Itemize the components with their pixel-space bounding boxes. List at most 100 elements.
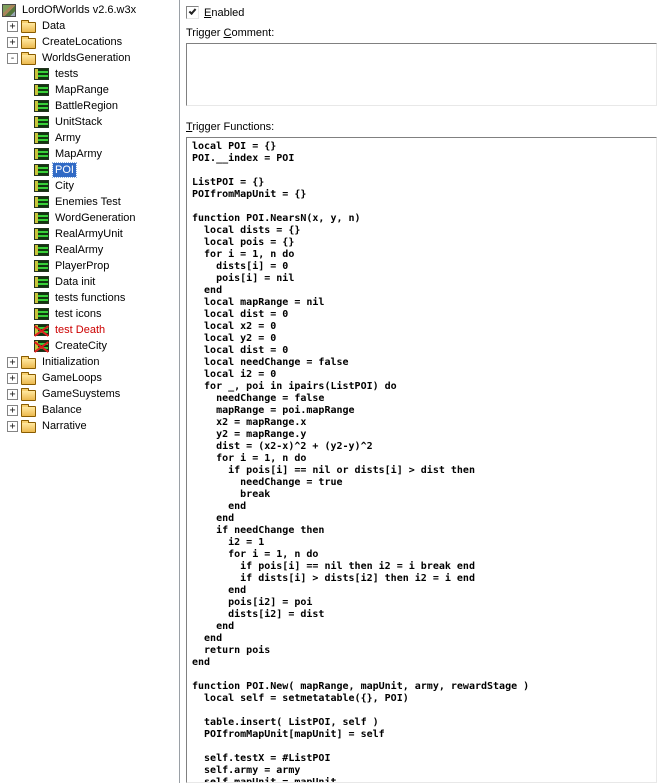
trigger-icon (34, 228, 49, 240)
tree-item-label: CreateLocations (42, 36, 123, 48)
trigger-comment-input[interactable] (186, 43, 657, 106)
trigger-functions-label: Trigger Functions: (186, 121, 275, 133)
expand-toggle-icon[interactable]: - (7, 52, 18, 64)
trigger-icon (34, 100, 49, 112)
app-window: LordOfWorlds v2.6.w3x + Data + CreateLoc… (0, 0, 657, 783)
expand-toggle-icon[interactable]: + (7, 404, 18, 416)
trigger-disabled-icon (34, 324, 49, 336)
tree-item[interactable]: + Narrative (0, 418, 179, 434)
tree-item[interactable]: POI (0, 162, 179, 178)
folder-icon (21, 355, 36, 369)
tree-item-label: PlayerProp (55, 260, 110, 272)
tree-item[interactable]: RealArmy (0, 242, 179, 258)
tree-item-label: Enemies Test (55, 196, 121, 208)
trigger-icon (34, 164, 49, 176)
folder-icon (21, 387, 36, 401)
tree-item-label: Balance (42, 404, 82, 416)
tree-item-label: RealArmy (55, 244, 104, 256)
trigger-icon (34, 260, 49, 272)
tree-item[interactable]: Army (0, 130, 179, 146)
map-icon (2, 3, 16, 17)
tree-item[interactable]: Enemies Test (0, 194, 179, 210)
tree-item-label: MapRange (55, 84, 109, 96)
trigger-icon (34, 196, 49, 208)
trigger-icon (34, 244, 49, 256)
trigger-icon (34, 84, 49, 96)
folder-icon (21, 35, 36, 49)
tree-item-label: LordOfWorlds v2.6.w3x (22, 4, 137, 16)
tree-item[interactable]: - WorldsGeneration (0, 50, 179, 66)
tree-item[interactable]: + Initialization (0, 354, 179, 370)
tree-item[interactable]: PlayerProp (0, 258, 179, 274)
expand-toggle-icon[interactable]: + (7, 20, 18, 32)
trigger-icon (34, 212, 49, 224)
tree-item[interactable]: tests (0, 66, 179, 82)
tree-item-label: RealArmyUnit (55, 228, 123, 240)
tree-item-label: WordGeneration (55, 212, 136, 224)
tree-item-label: test icons (55, 308, 102, 320)
tree-item[interactable]: + Balance (0, 402, 179, 418)
enabled-checkbox[interactable] (186, 6, 199, 19)
tree-item-label: CreateCity (55, 340, 107, 352)
tree-item-label: Initialization (42, 356, 100, 368)
tree-item-label: Data init (55, 276, 96, 288)
tree-item[interactable]: MapArmy (0, 146, 179, 162)
tree-item[interactable]: + GameSuystems (0, 386, 179, 402)
expand-toggle-icon[interactable]: + (7, 388, 18, 400)
trigger-tree-panel: LordOfWorlds v2.6.w3x + Data + CreateLoc… (0, 0, 180, 783)
tree-item-label: WorldsGeneration (42, 52, 131, 64)
tree-item[interactable]: tests functions (0, 290, 179, 306)
tree-item[interactable]: BattleRegion (0, 98, 179, 114)
tree-item-label: tests functions (55, 292, 126, 304)
folder-open-icon (21, 51, 36, 65)
tree-item-label: GameSuystems (42, 388, 121, 400)
expand-toggle-icon[interactable]: + (7, 372, 18, 384)
enabled-label: Enabled (204, 6, 245, 19)
tree-item[interactable]: CreateCity (0, 338, 179, 354)
tree-item-label: BattleRegion (55, 100, 118, 112)
folder-icon (21, 371, 36, 385)
trigger-icon (34, 148, 49, 160)
trigger-functions-editor[interactable]: local POI = {} POI.__index = POI ListPOI… (186, 137, 657, 783)
expand-toggle-icon[interactable]: + (7, 420, 18, 432)
trigger-icon (34, 276, 49, 288)
tree-item-label: City (55, 180, 74, 192)
tree-item[interactable]: + CreateLocations (0, 34, 179, 50)
tree-item[interactable]: + GameLoops (0, 370, 179, 386)
tree-item-label: UnitStack (55, 116, 103, 128)
tree-item-label: POI (52, 162, 77, 178)
trigger-icon (34, 308, 49, 320)
tree-item[interactable]: MapRange (0, 82, 179, 98)
tree-item-label: test Death (55, 324, 106, 336)
tree-item[interactable]: Data init (0, 274, 179, 290)
tree-item[interactable]: test icons (0, 306, 179, 322)
tree-item[interactable]: UnitStack (0, 114, 179, 130)
tree-item[interactable]: RealArmyUnit (0, 226, 179, 242)
code-text: local POI = {} POI.__index = POI ListPOI… (192, 141, 530, 783)
expand-toggle-icon[interactable]: + (7, 356, 18, 368)
trigger-comment-label: Trigger Comment: (186, 27, 275, 39)
tree-item[interactable]: + Data (0, 18, 179, 34)
tree-item-label: Army (55, 132, 81, 144)
trigger-icon (34, 292, 49, 304)
trigger-icon (34, 180, 49, 192)
tree-item-label: tests (55, 68, 79, 80)
tree-item[interactable]: City (0, 178, 179, 194)
enabled-checkbox-row: Enabled (186, 5, 657, 20)
trigger-icon (34, 68, 49, 80)
trigger-tree: LordOfWorlds v2.6.w3x + Data + CreateLoc… (0, 2, 179, 434)
folder-icon (21, 419, 36, 433)
tree-item[interactable]: WordGeneration (0, 210, 179, 226)
tree-item[interactable]: LordOfWorlds v2.6.w3x (0, 2, 179, 18)
check-icon (188, 7, 197, 15)
trigger-detail-panel: Enabled Trigger Comment: Trigger Functio… (180, 0, 657, 783)
expand-toggle-icon[interactable]: + (7, 36, 18, 48)
tree-item-label: GameLoops (42, 372, 102, 384)
trigger-icon (34, 132, 49, 144)
tree-item[interactable]: test Death (0, 322, 179, 338)
trigger-disabled-icon (34, 340, 49, 352)
tree-item-label: Data (42, 20, 66, 32)
folder-icon (21, 403, 36, 417)
folder-icon (21, 19, 36, 33)
tree-item-label: Narrative (42, 420, 87, 432)
